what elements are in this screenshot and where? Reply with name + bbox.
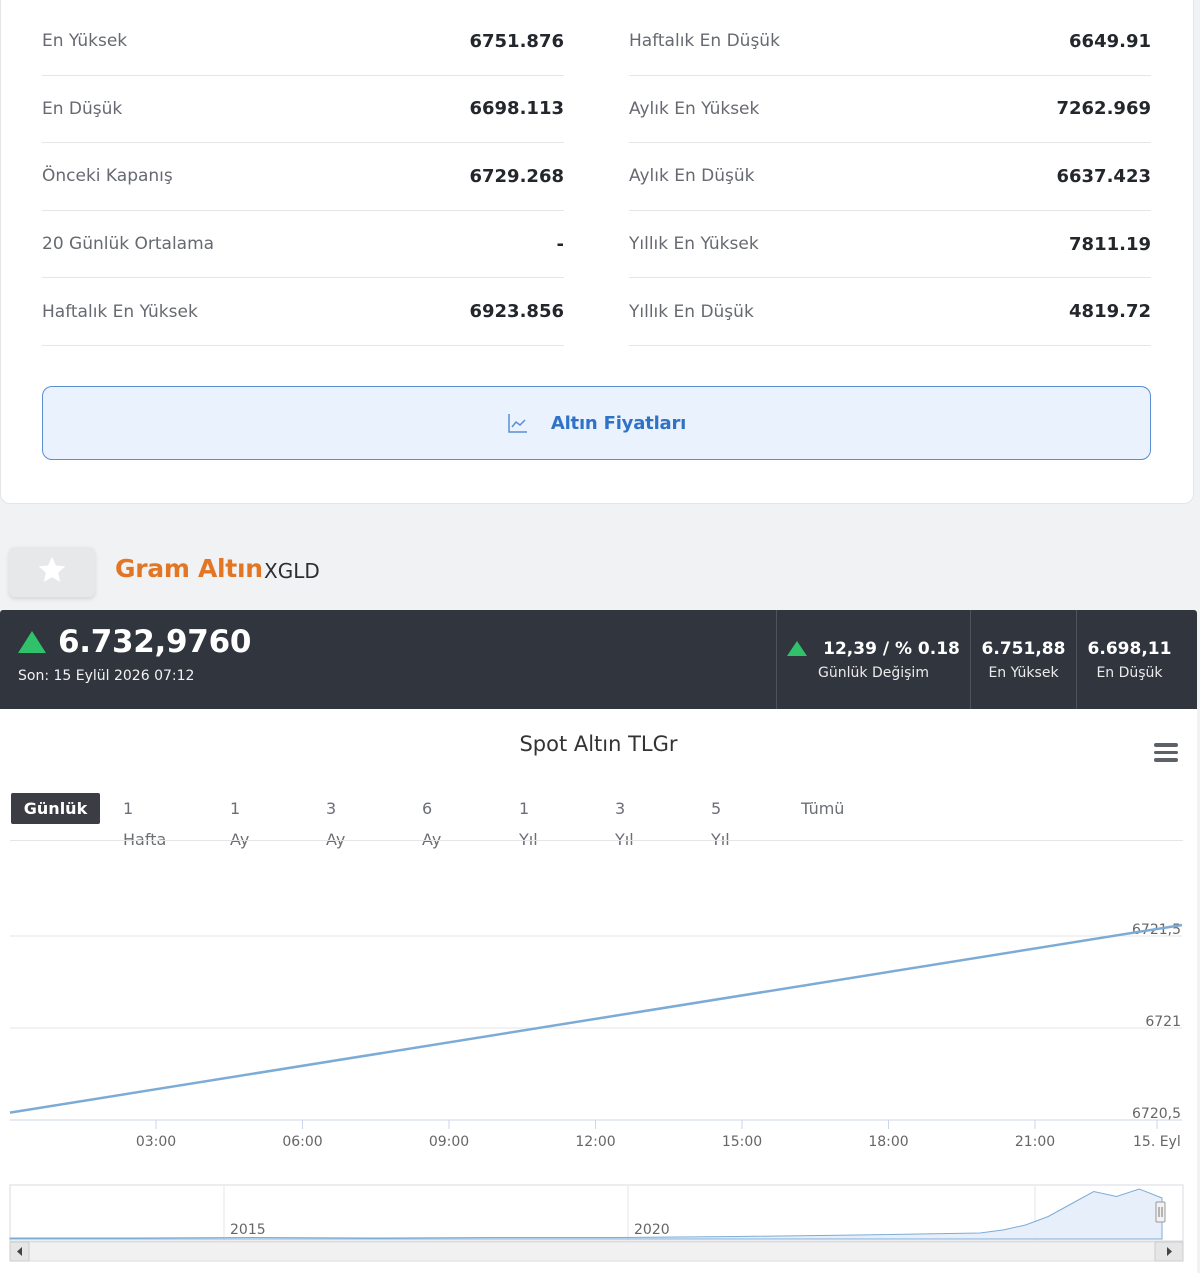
daily-change-box: 12,39 / % 0.18 Günlük Değişim bbox=[776, 610, 970, 709]
stat-row: Haftalık En Yüksek 6923.856 bbox=[42, 278, 564, 346]
price-series-line bbox=[9, 923, 1183, 1114]
daily-high-box: 6.751,88 En Yüksek bbox=[970, 610, 1076, 709]
stat-label: Aylık En Düşük bbox=[629, 166, 755, 187]
asset-name: Gram Altın bbox=[115, 554, 263, 583]
stat-row: Önceki Kapanış 6729.268 bbox=[42, 143, 564, 211]
stat-label: Yıllık En Yüksek bbox=[629, 234, 759, 255]
stat-label: Yıllık En Düşük bbox=[629, 301, 754, 322]
stats-column-left: En Yüksek 6751.876 En Düşük 6698.113 Öncek… bbox=[42, 8, 564, 346]
x-tick-label: 12:00 bbox=[575, 1134, 615, 1150]
stat-value: - bbox=[556, 233, 564, 255]
stat-row: Haftalık En Düşük 6649.91 bbox=[629, 8, 1151, 76]
stat-label: Önceki Kapanış bbox=[42, 166, 173, 187]
daily-change-label: Günlük Değişim bbox=[818, 664, 929, 681]
stat-row: En Yüksek 6751.876 bbox=[42, 8, 564, 76]
stat-value: 7262.969 bbox=[1056, 98, 1151, 120]
x-tick-label: 18:00 bbox=[868, 1134, 908, 1150]
stats-card: En Yüksek 6751.876 En Düşük 6698.113 Öncek… bbox=[0, 0, 1194, 504]
navigator-handle[interactable] bbox=[1155, 1201, 1166, 1223]
stat-label: Haftalık En Yüksek bbox=[42, 301, 198, 322]
x-tick-label: 15. Eyl bbox=[1133, 1134, 1181, 1150]
stats-column-right: Haftalık En Düşük 6649.91 Aylık En Yüksek… bbox=[629, 8, 1151, 346]
daily-low-label: En Düşük bbox=[1096, 664, 1163, 681]
stat-label: 20 Günlük Ortalama bbox=[42, 234, 215, 255]
daily-high-value: 6.751,88 bbox=[981, 638, 1066, 659]
stat-row: 20 Günlük Ortalama - bbox=[42, 211, 564, 279]
star-icon bbox=[36, 554, 68, 590]
chart-panel: Spot Altın TLGr Günlük 1 Hafta 1 Ay 3 Ay… bbox=[0, 709, 1197, 1273]
last-update-time: Son: 15 Eylül 2026 07:12 bbox=[18, 668, 195, 684]
navigator-year-label: 2015 bbox=[230, 1222, 266, 1238]
daily-low-box: 6.698,11 En Düşük bbox=[1076, 610, 1182, 709]
stat-row: Aylık En Düşük 6637.423 bbox=[629, 143, 1151, 211]
gold-prices-button[interactable]: Altın Fiyatları bbox=[42, 386, 1151, 460]
x-tick-label: 09:00 bbox=[429, 1134, 469, 1150]
x-tick-label: 06:00 bbox=[282, 1134, 322, 1150]
navigator-year-label: 2020 bbox=[634, 1222, 670, 1238]
stat-value: 7811.19 bbox=[1069, 233, 1151, 255]
stat-value: 6698.113 bbox=[469, 98, 564, 120]
stat-value: 6649.91 bbox=[1069, 30, 1151, 52]
daily-high-label: En Yüksek bbox=[988, 664, 1059, 681]
stat-value: 6923.856 bbox=[469, 301, 564, 323]
y-tick-label: 6721 bbox=[1145, 1014, 1181, 1030]
chart-navigator: 201520202025 bbox=[9, 1184, 1184, 1242]
stat-row: Yıllık En Yüksek 7811.19 bbox=[629, 211, 1151, 279]
daily-change-value: 12,39 / % 0.18 bbox=[823, 638, 960, 659]
price-bar: 6.732,9760 Son: 15 Eylül 2026 07:12 12,3… bbox=[0, 610, 1197, 709]
stat-value: 4819.72 bbox=[1069, 301, 1151, 323]
stat-value: 6637.423 bbox=[1056, 165, 1151, 187]
stat-label: Haftalık En Düşük bbox=[629, 31, 780, 52]
stat-row: Aylık En Yüksek 7262.969 bbox=[629, 76, 1151, 144]
stat-value: 6729.268 bbox=[469, 165, 564, 187]
gold-prices-button-label: Altın Fiyatları bbox=[550, 412, 687, 434]
asset-code: XGLD bbox=[264, 559, 320, 583]
up-arrow-icon bbox=[787, 641, 808, 656]
stat-row: En Düşük 6698.113 bbox=[42, 76, 564, 144]
y-tick-label: 6720,5 bbox=[1132, 1106, 1181, 1122]
current-price: 6.732,9760 bbox=[18, 624, 251, 660]
x-tick-label: 15:00 bbox=[722, 1134, 762, 1150]
stat-label: En Yüksek bbox=[42, 31, 128, 52]
daily-low-value: 6.698,11 bbox=[1087, 638, 1172, 659]
stat-value: 6751.876 bbox=[469, 30, 564, 52]
chart-scrollbar[interactable] bbox=[9, 1241, 1184, 1262]
favorite-button[interactable] bbox=[9, 547, 95, 597]
stat-label: En Düşük bbox=[42, 98, 123, 119]
stat-label: Aylık En Yüksek bbox=[629, 98, 760, 119]
x-tick-label: 03:00 bbox=[136, 1134, 176, 1150]
price-chart: 6720,567216721,5 03:00 06:00 09:00 12:00 15:… bbox=[9, 922, 1184, 1262]
line-chart-icon bbox=[507, 412, 529, 434]
up-arrow-icon bbox=[18, 631, 46, 653]
current-price-value: 6.732,9760 bbox=[58, 624, 252, 660]
stat-row: Yıllık En Düşük 4819.72 bbox=[629, 278, 1151, 346]
x-tick-label: 21:00 bbox=[1015, 1134, 1055, 1150]
